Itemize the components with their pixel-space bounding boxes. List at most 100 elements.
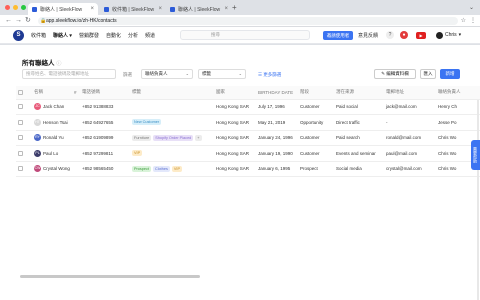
contact-tag[interactable]: Prospect	[132, 165, 151, 172]
contact-tag[interactable]: +	[195, 134, 202, 141]
import-button[interactable]: 匯入	[420, 69, 436, 79]
help-icon[interactable]: ?	[386, 31, 394, 39]
contact-name-cell[interactable]: JC Jack Chan	[32, 99, 80, 115]
vertical-scrollbar[interactable]	[477, 100, 479, 300]
edit-columns-button[interactable]: ✎ 編輯資料欄	[374, 69, 416, 79]
column-header[interactable]: BIRTHDAY DATE	[256, 86, 298, 100]
table-row[interactable]: PL Paul Lo +852 97299811 VIP Hong Kong SAR Ja…	[16, 145, 480, 162]
row-checkbox[interactable]	[16, 130, 32, 146]
avatar: HT	[34, 118, 41, 126]
source-cell: Social media	[334, 161, 384, 177]
main-nav: 收件箱 聯絡人 ▾ 營銷群發 自動化 分析 頻道	[31, 32, 155, 39]
column-header[interactable]: 國家	[214, 86, 256, 100]
user-menu[interactable]: Chris ▾	[436, 31, 461, 39]
browser-tab[interactable]: 聯絡人 | SleekFlow ×	[166, 3, 232, 15]
column-header[interactable]: 名稱	[32, 86, 72, 100]
window-controls	[5, 5, 26, 10]
sleekflow-favicon-icon	[32, 6, 37, 12]
assignee-select[interactable]: 聯絡負責人 ⌄	[141, 69, 193, 79]
nav-item-analytics[interactable]: 分析	[128, 32, 138, 39]
table-row[interactable]: HT Henson Tsai +852 64927655 New Customer Ho…	[16, 114, 480, 131]
phone-cell: +852 97299811	[80, 145, 130, 162]
column-header[interactable]: 聯絡負責人	[436, 86, 480, 100]
table-row[interactable]: CW Crystal Wong +852 98565450 Prospect Cloth…	[16, 161, 480, 177]
new-tab-icon[interactable]: +	[232, 3, 237, 13]
column-header[interactable]: 電話號碼	[80, 86, 130, 100]
source-cell: Paid social	[334, 99, 384, 115]
contact-tag[interactable]: VIP	[171, 165, 182, 172]
source-cell: Direct traffic	[334, 114, 384, 131]
star-icon[interactable]: ☆	[461, 16, 466, 26]
avatar: RY	[34, 134, 41, 142]
new-contact-button[interactable]: 新增	[440, 69, 460, 79]
birthday-cell: May 21, 2019	[256, 114, 298, 131]
close-tab-icon[interactable]: ×	[224, 6, 228, 12]
maximize-window-button[interactable]	[21, 5, 26, 10]
contact-tag[interactable]: New Customer	[132, 119, 162, 126]
column-header[interactable]: 階段	[298, 86, 334, 100]
nav-item-automation[interactable]: 自動化	[106, 32, 121, 39]
phone-cell: +852 64927655	[80, 114, 130, 131]
tag-select[interactable]: 標籤 ⌄	[198, 69, 246, 79]
owner-cell: Henry Ch	[436, 99, 480, 115]
select-all-checkbox[interactable]	[16, 86, 32, 100]
source-cell: Events and seminar	[334, 145, 384, 162]
row-checkbox[interactable]	[16, 161, 32, 177]
contact-search-input[interactable]: 搜尋姓名、電話號碼及電郵地址	[22, 69, 116, 79]
nav-item-broadcast[interactable]: 營銷群發	[79, 32, 99, 39]
column-header[interactable]: 電郵地址	[384, 86, 436, 100]
invite-users-button[interactable]: 邀請使用者	[323, 31, 353, 40]
page-title: 所有聯絡人 ⓘ	[22, 60, 62, 67]
browser-tab[interactable]: 聯絡人 | SleekFlow ×	[28, 3, 98, 15]
contact-name-cell[interactable]: HT Henson Tsai	[32, 114, 80, 131]
sleekflow-logo-icon[interactable]: S	[13, 30, 24, 41]
stage-cell: Customer	[298, 145, 334, 162]
close-window-button[interactable]	[5, 5, 10, 10]
country-cell: Hong Kong SAR	[214, 161, 256, 177]
avatar	[436, 31, 443, 39]
global-search-input[interactable]: 搜尋	[180, 30, 310, 40]
contact-name-cell[interactable]: PL Paul Lo	[32, 145, 80, 162]
menu-icon[interactable]: ⋮	[470, 16, 476, 26]
url-field[interactable]: 🔒 app.sleekflow.io/zh-HK/contacts	[38, 17, 458, 25]
column-header[interactable]: #	[72, 86, 80, 100]
table-row[interactable]: RY Ronald Yu +852 61909899 Furniture Shopify…	[16, 130, 480, 146]
back-icon[interactable]: ←	[5, 16, 12, 26]
contact-name-cell[interactable]: CW Crystal Wong	[32, 161, 80, 177]
browser-actions: ☆ ⋮	[461, 16, 476, 26]
avatar: JC	[34, 103, 41, 111]
table-row[interactable]: JC Jack Chan +852 91388833 Hong Kong SAR Jul…	[16, 99, 480, 115]
column-header[interactable]: 潛在來源	[334, 86, 384, 100]
source-cell: Paid search	[334, 130, 384, 146]
horizontal-scrollbar[interactable]	[20, 275, 200, 278]
tab-search-icon[interactable]: ⌄	[469, 4, 474, 11]
contact-tag[interactable]: VIP	[132, 150, 143, 157]
column-header[interactable]: 標籤	[130, 86, 214, 100]
contact-tag[interactable]: Clothes	[152, 165, 170, 172]
row-checkbox[interactable]	[16, 145, 32, 162]
contact-tag[interactable]: Furniture	[132, 134, 152, 141]
nav-item-contacts[interactable]: 聯絡人 ▾	[53, 32, 72, 39]
minimize-window-button[interactable]	[13, 5, 18, 10]
phone-cell: +852 91388833	[80, 99, 130, 115]
help-side-tab[interactable]: 需要幫助	[471, 140, 480, 170]
youtube-icon[interactable]: ▶	[416, 32, 426, 39]
row-checkbox[interactable]	[16, 99, 32, 115]
nav-item-channels[interactable]: 頻道	[145, 32, 155, 39]
country-cell: Hong Kong SAR	[214, 130, 256, 146]
row-checkbox[interactable]	[16, 114, 32, 131]
sleekflow-favicon-icon	[170, 6, 175, 12]
close-tab-icon[interactable]: ×	[158, 6, 162, 12]
table-header-row: 名稱 # 電話號碼 標籤 國家 BIRTHDAY DATE 階段 潛在來源 電郵…	[16, 86, 480, 100]
contact-tag[interactable]: Shopify Order Placed	[153, 134, 194, 141]
nav-item-inbox[interactable]: 收件箱	[31, 32, 46, 39]
feedback-link[interactable]: 意見反饋	[358, 32, 378, 39]
more-filters-link[interactable]: ☰ 更多篩選	[258, 72, 281, 78]
forward-icon[interactable]: →	[15, 16, 22, 26]
reload-icon[interactable]: ↻	[25, 16, 31, 26]
close-tab-icon[interactable]: ×	[90, 6, 94, 12]
browser-tab[interactable]: 收件箱 | SleekFlow ×	[100, 3, 166, 15]
stage-cell: Prospect	[298, 161, 334, 177]
notification-icon[interactable]: ●	[400, 31, 408, 39]
contact-name-cell[interactable]: RY Ronald Yu	[32, 130, 80, 146]
